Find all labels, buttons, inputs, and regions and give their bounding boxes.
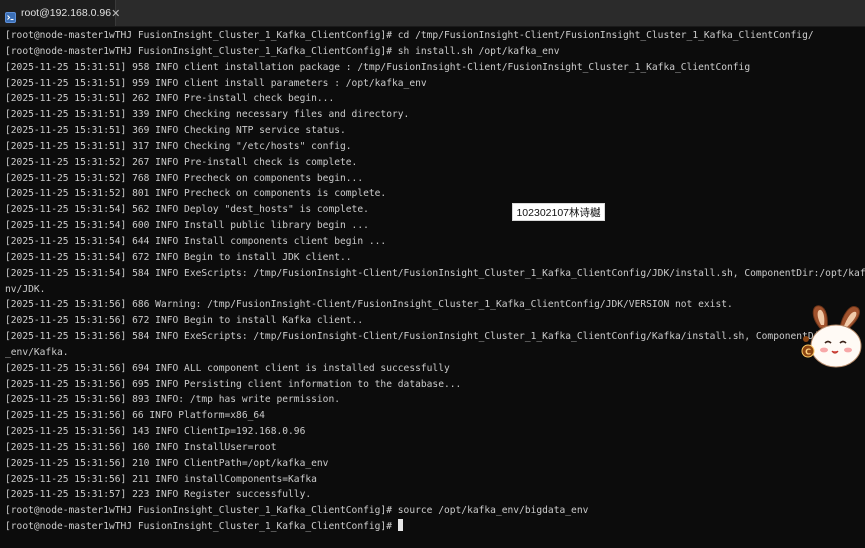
terminal-line: [2025-11-25 15:31:54] 644 INFO Install c… [5,235,387,247]
terminal-line: [2025-11-25 15:31:56] 893 INFO: /tmp has… [5,394,341,406]
terminal-prompt-line[interactable]: [root@node-master1wTHJ FusionInsight_Clu… [5,519,865,535]
terminal-line: [2025-11-25 15:31:52] 801 INFO Precheck … [5,188,387,200]
terminal-icon [5,8,16,23]
terminal-line: [2025-11-25 15:31:57] 223 INFO Register … [5,489,312,501]
terminal-line: [2025-11-25 15:31:51] 317 INFO Checking … [5,140,352,152]
tab-close-icon[interactable]: ✕ [111,8,120,19]
tab-bar: root@192.168.0.96 ✕ [0,0,865,27]
tab-title: root@192.168.0.96 [21,7,112,19]
terminal-line: [root@node-master1wTHJ FusionInsight_Clu… [5,30,814,41]
bunny-mascot-sticker: C [800,298,865,370]
terminal-line: [2025-11-25 15:31:56] 672 INFO Begin to … [5,315,364,327]
terminal-line: [2025-11-25 15:31:56] 584 INFO ExeScript… [5,331,837,343]
watermark-label: 102302107林诗樾 [512,203,605,221]
terminal-line: [2025-11-25 15:31:56] 211 INFO installCo… [5,473,317,485]
terminal-line: [2025-11-25 15:31:51] 339 INFO Checking … [5,109,410,121]
terminal-line: [2025-11-25 15:31:51] 958 INFO client in… [5,61,751,73]
terminal-line: [2025-11-25 15:31:56] 694 INFO ALL compo… [5,362,450,374]
terminal-line: [root@node-master1wTHJ FusionInsight_Clu… [5,505,589,517]
terminal-line: [2025-11-25 15:31:52] 267 INFO Pre-insta… [5,156,358,168]
shell-prompt: [root@node-master1wTHJ FusionInsight_Clu… [5,521,398,533]
terminal-output[interactable]: [root@node-master1wTHJ FusionInsight_Clu… [0,28,865,548]
terminal-line: [2025-11-25 15:31:56] 695 INFO Persistin… [5,378,462,390]
terminal-line: [2025-11-25 15:31:54] 672 INFO Begin to … [5,251,352,263]
terminal-line: [2025-11-25 15:31:54] 584 INFO ExeScript… [5,267,865,279]
svg-text:C: C [805,348,811,357]
terminal-line: [2025-11-25 15:31:51] 369 INFO Checking … [5,125,346,137]
terminal-line: [2025-11-25 15:31:54] 562 INFO Deploy "d… [5,204,369,216]
terminal-tab[interactable]: root@192.168.0.96 ✕ [0,0,120,26]
terminal-line: [2025-11-25 15:31:51] 262 INFO Pre-insta… [5,93,335,105]
terminal-line: _env/Kafka. [5,346,69,358]
terminal-line: [2025-11-25 15:31:54] 600 INFO Install p… [5,220,369,232]
terminal-line: [root@node-master1wTHJ FusionInsight_Clu… [5,45,560,57]
terminal-line: [2025-11-25 15:31:56] 210 INFO ClientPat… [5,457,329,469]
terminal-line: [2025-11-25 15:31:52] 768 INFO Precheck … [5,172,364,184]
terminal-line: [2025-11-25 15:31:56] 143 INFO ClientIp=… [5,426,306,438]
terminal-line: [2025-11-25 15:31:56] 160 INFO InstallUs… [5,441,277,453]
terminal-line: nv/JDK. [5,283,46,295]
terminal-line: [2025-11-25 15:31:51] 959 INFO client in… [5,77,427,89]
terminal-line: [2025-11-25 15:31:56] 66 INFO Platform=x… [5,410,265,422]
terminal-line: [2025-11-25 15:31:56] 686 Warning: /tmp/… [5,299,733,311]
text-cursor [397,519,403,532]
